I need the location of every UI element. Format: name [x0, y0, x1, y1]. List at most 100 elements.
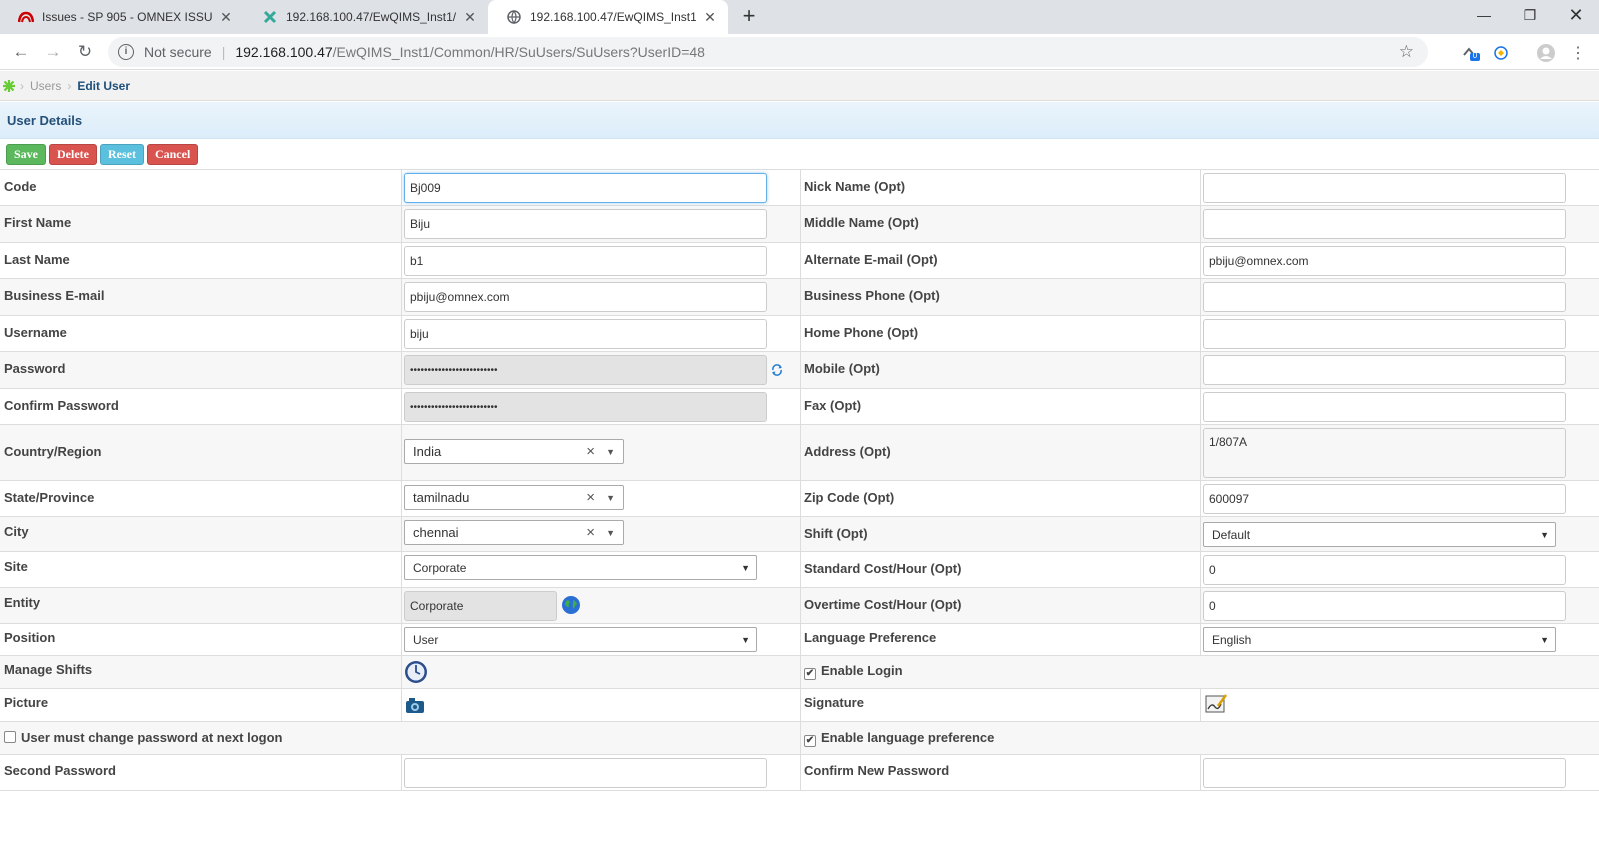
- chevron-down-icon: ▼: [1540, 529, 1549, 540]
- code-input[interactable]: Bj009: [404, 173, 767, 203]
- zip-label: Zip Code (Opt): [804, 490, 895, 505]
- alt-email-input[interactable]: pbiju@omnex.com: [1203, 246, 1566, 276]
- clear-icon[interactable]: ×: [586, 443, 595, 460]
- enable-login-row: ✔ Enable Login: [804, 663, 903, 680]
- redhat-icon: [18, 9, 34, 25]
- signature-edit-icon[interactable]: [1204, 692, 1228, 716]
- confirm-password-input[interactable]: •••••••••••••••••••••••••: [404, 392, 767, 422]
- shift-value: Default: [1212, 527, 1251, 542]
- chevron-down-icon: ▼: [741, 562, 750, 573]
- std-cost-label: Standard Cost/Hour (Opt): [804, 561, 962, 576]
- url-path: /EwQIMS_Inst1/Common/HR/SuUsers/SuUsers?…: [332, 44, 705, 60]
- reload-icon[interactable]: ↻: [72, 39, 98, 65]
- back-icon[interactable]: ←: [8, 39, 34, 65]
- chevron-down-icon[interactable]: ▼: [606, 447, 615, 457]
- mobile-input[interactable]: [1203, 355, 1566, 385]
- zip-input[interactable]: 600097: [1203, 484, 1566, 514]
- confirm-new-password-label: Confirm New Password: [804, 763, 950, 778]
- browser-tab-bar: Issues - SP 905 - OMNEX ISSUE T ✕ 192.16…: [0, 0, 1599, 34]
- chevron-down-icon[interactable]: ▼: [606, 493, 615, 503]
- chevron-down-icon[interactable]: ▼: [606, 528, 615, 538]
- camera-icon[interactable]: [404, 695, 426, 715]
- info-icon[interactable]: i: [118, 44, 134, 60]
- home-phone-label: Home Phone (Opt): [804, 325, 919, 340]
- business-email-label: Business E-mail: [4, 288, 105, 303]
- state-select[interactable]: tamilnadu × ▼: [404, 485, 624, 510]
- country-label: Country/Region: [4, 444, 102, 459]
- enable-login-checkbox[interactable]: ✔: [804, 668, 816, 680]
- form-row: Manage Shifts ✔ Enable Login: [0, 656, 1599, 689]
- close-window-icon[interactable]: ✕: [1553, 0, 1599, 30]
- site-label: Site: [4, 559, 28, 574]
- extension-icon[interactable]: 0: [1460, 42, 1482, 64]
- std-cost-input[interactable]: 0: [1203, 555, 1566, 585]
- ot-cost-input[interactable]: 0: [1203, 591, 1566, 621]
- nick-name-input[interactable]: [1203, 173, 1566, 203]
- username-input[interactable]: biju: [404, 319, 767, 349]
- clear-icon[interactable]: ×: [586, 489, 595, 506]
- close-tab-icon[interactable]: ✕: [702, 9, 718, 26]
- clear-icon[interactable]: ×: [586, 524, 595, 541]
- site-select[interactable]: Corporate ▼: [404, 555, 757, 580]
- last-name-input[interactable]: b1: [404, 246, 767, 276]
- form-row: Second Password Confirm New Password: [0, 755, 1599, 791]
- browser-tab-qims-1[interactable]: 192.168.100.47/EwQIMS_Inst1/cc ✕: [244, 0, 488, 34]
- entity-input[interactable]: Corporate: [404, 591, 557, 621]
- position-label: Position: [4, 630, 56, 645]
- middle-name-input[interactable]: [1203, 209, 1566, 239]
- form-row: Picture Signature: [0, 689, 1599, 722]
- home-icon[interactable]: [2, 79, 16, 93]
- fax-input[interactable]: [1203, 392, 1566, 422]
- must-change-row: User must change password at next logon: [4, 730, 283, 745]
- code-label: Code: [4, 179, 37, 194]
- second-password-input[interactable]: [404, 758, 767, 788]
- signature-label: Signature: [804, 695, 864, 710]
- form-row: Confirm Password •••••••••••••••••••••••…: [0, 389, 1599, 425]
- reset-button[interactable]: Reset: [99, 144, 144, 165]
- refresh-password-icon[interactable]: [770, 363, 784, 377]
- chevron-down-icon: ▼: [1540, 634, 1549, 645]
- menu-dots-icon[interactable]: ⋮: [1567, 42, 1589, 64]
- delete-button[interactable]: Delete: [49, 144, 97, 165]
- form-row: Username biju Home Phone (Opt): [0, 316, 1599, 352]
- address-label: Address (Opt): [804, 444, 891, 459]
- position-select[interactable]: User ▼: [404, 627, 757, 652]
- save-button[interactable]: Save: [6, 144, 46, 165]
- minimize-icon[interactable]: —: [1461, 0, 1507, 30]
- bookmark-star-icon[interactable]: ☆: [1399, 42, 1414, 62]
- browser-tab-qims-active[interactable]: 192.168.100.47/EwQIMS_Inst1/Cc ✕: [488, 0, 728, 34]
- home-phone-input[interactable]: [1203, 319, 1566, 349]
- business-phone-input[interactable]: [1203, 282, 1566, 312]
- clock-icon[interactable]: [404, 660, 428, 684]
- profile-avatar-icon[interactable]: [1535, 42, 1557, 64]
- country-select[interactable]: India × ▼: [404, 439, 624, 464]
- password-input[interactable]: •••••••••••••••••••••••••: [404, 355, 767, 385]
- language-select[interactable]: English ▼: [1203, 627, 1556, 652]
- shift-select[interactable]: Default ▼: [1203, 522, 1556, 547]
- must-change-checkbox[interactable]: [4, 731, 16, 743]
- first-name-input[interactable]: Biju: [404, 209, 767, 239]
- enable-lang-checkbox[interactable]: ✔: [804, 735, 816, 747]
- globe-icon: [506, 9, 522, 25]
- new-tab-button[interactable]: +: [736, 4, 762, 30]
- restore-icon[interactable]: ❐: [1507, 0, 1553, 30]
- forward-icon[interactable]: →: [40, 39, 66, 65]
- breadcrumb-users[interactable]: Users: [30, 79, 61, 93]
- close-tab-icon[interactable]: ✕: [218, 9, 234, 26]
- business-email-input[interactable]: pbiju@omnex.com: [404, 282, 767, 312]
- browser-tab-issues[interactable]: Issues - SP 905 - OMNEX ISSUE T ✕: [0, 0, 244, 34]
- position-value: User: [413, 632, 439, 647]
- address-textarea[interactable]: 1/807A: [1203, 428, 1566, 478]
- cancel-button[interactable]: Cancel: [146, 144, 199, 165]
- city-select[interactable]: chennai × ▼: [404, 520, 624, 545]
- confirm-new-password-input[interactable]: [1203, 758, 1566, 788]
- second-password-label: Second Password: [4, 763, 116, 778]
- tab-title: 192.168.100.47/EwQIMS_Inst1/Cc: [530, 10, 696, 24]
- extension-2-icon[interactable]: [1490, 42, 1512, 64]
- form-row: Password ••••••••••••••••••••••••• Mobil…: [0, 352, 1599, 389]
- password-label: Password: [4, 361, 66, 376]
- address-bar[interactable]: i Not secure | 192.168.100.47/EwQIMS_Ins…: [108, 37, 1428, 67]
- language-label: Language Preference: [804, 630, 937, 645]
- close-tab-icon[interactable]: ✕: [462, 9, 478, 26]
- globe-lookup-icon[interactable]: [561, 595, 581, 615]
